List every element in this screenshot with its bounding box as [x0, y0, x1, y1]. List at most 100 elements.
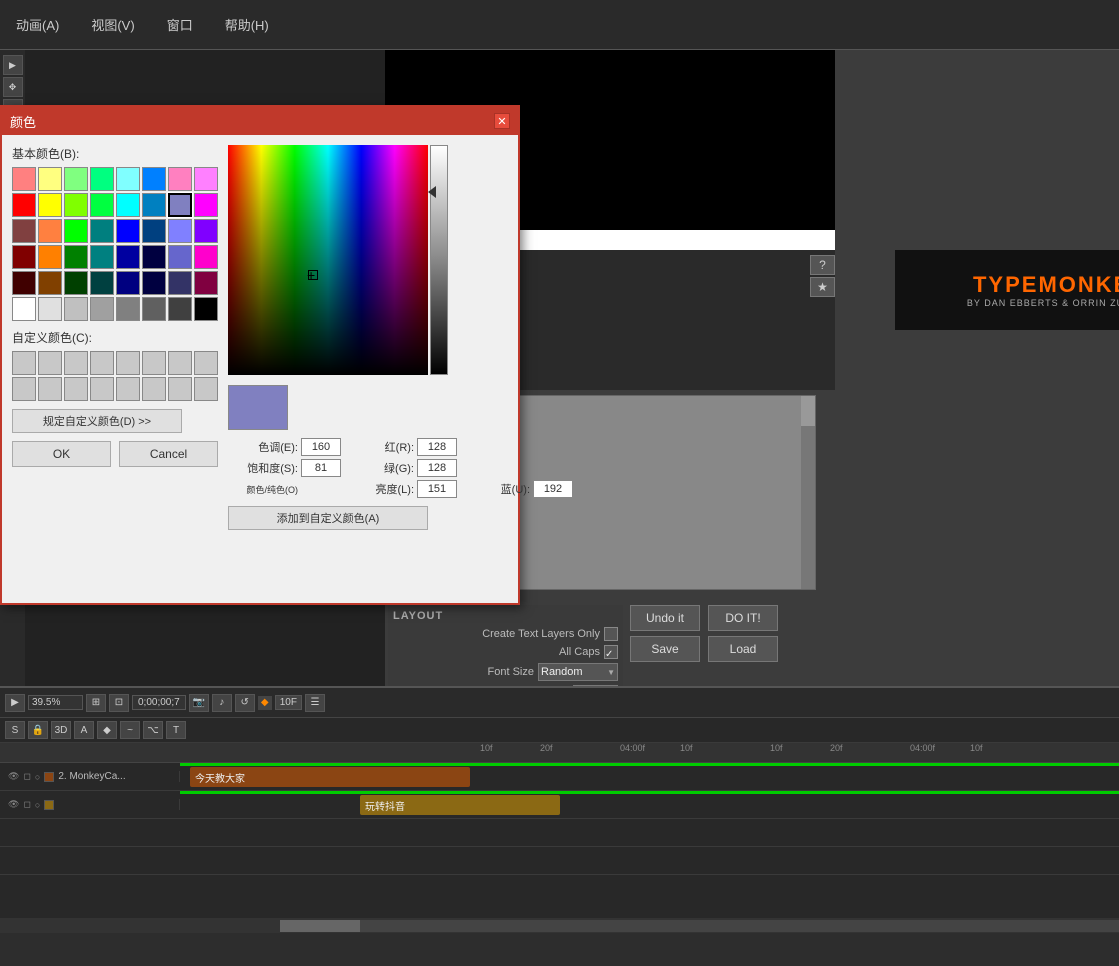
swatch-r5c2[interactable] — [38, 271, 62, 295]
swatch-r6c5[interactable] — [116, 297, 140, 321]
font-size-dropdown[interactable]: Random ▼ — [538, 663, 618, 681]
track-color-1[interactable] — [44, 772, 54, 782]
swatch-r2c5[interactable] — [116, 193, 140, 217]
tl-btn-keys[interactable]: ◆ — [97, 721, 117, 739]
swatch-r1c6[interactable] — [142, 167, 166, 191]
track-eye-icon-2[interactable]: 👁 — [8, 799, 19, 810]
green-input[interactable] — [417, 459, 457, 477]
create-text-layers-checkbox[interactable] — [604, 627, 618, 641]
do-it-button[interactable]: DO IT! — [708, 605, 778, 631]
ok-button[interactable]: OK — [12, 441, 111, 467]
custom-swatch-7[interactable] — [168, 351, 192, 375]
hue-input[interactable] — [301, 438, 341, 456]
add-to-custom-button[interactable]: 添加到自定义颜色(A) — [228, 506, 428, 530]
custom-swatch-10[interactable] — [38, 377, 62, 401]
swatch-r5c6[interactable] — [142, 271, 166, 295]
swatch-r4c5[interactable] — [116, 245, 140, 269]
load-button[interactable]: Load — [708, 636, 778, 662]
custom-swatch-16[interactable] — [194, 377, 218, 401]
track-solo-icon-2[interactable]: ○ — [35, 800, 40, 810]
cancel-button[interactable]: Cancel — [119, 441, 218, 467]
menu-animation[interactable]: 动画(A) — [10, 11, 65, 38]
custom-swatch-4[interactable] — [90, 351, 114, 375]
tl-play-btn[interactable]: ▶ — [5, 694, 25, 712]
custom-swatch-13[interactable] — [116, 377, 140, 401]
define-custom-colors-button[interactable]: 规定自定义颜色(D) >> — [12, 409, 182, 433]
tl-btn-style[interactable]: T — [166, 721, 186, 739]
swatch-r3c8[interactable] — [194, 219, 218, 243]
tl-btn-3d[interactable]: 3D — [51, 721, 71, 739]
undo-it-button[interactable]: Undo it — [630, 605, 700, 631]
custom-swatch-9[interactable] — [12, 377, 36, 401]
swatch-r4c3[interactable] — [64, 245, 88, 269]
tl-mute-btn[interactable]: ♪ — [212, 694, 232, 712]
swatch-r6c6[interactable] — [142, 297, 166, 321]
swatch-r6c7[interactable] — [168, 297, 192, 321]
tl-loop-btn[interactable]: ↺ — [235, 694, 255, 712]
swatch-r3c7[interactable] — [168, 219, 192, 243]
swatch-r2c4[interactable] — [90, 193, 114, 217]
all-caps-checkbox[interactable] — [604, 645, 618, 659]
track-lock-icon-2[interactable]: ◻ — [23, 799, 30, 810]
swatch-r5c3[interactable] — [64, 271, 88, 295]
swatch-r2c2[interactable] — [38, 193, 62, 217]
swatch-r4c8[interactable] — [194, 245, 218, 269]
swatch-r6c8[interactable] — [194, 297, 218, 321]
tl-keyframe-btn[interactable]: ◆ — [258, 696, 272, 710]
swatch-r4c4[interactable] — [90, 245, 114, 269]
tl-btn-lock[interactable]: 🔒 — [28, 721, 48, 739]
tl-settings-btn[interactable]: ☰ — [305, 694, 325, 712]
track-eye-icon[interactable]: 👁 — [8, 771, 19, 782]
tl-btn-solo[interactable]: S — [5, 721, 25, 739]
custom-swatch-11[interactable] — [64, 377, 88, 401]
swatch-r3c3[interactable] — [64, 219, 88, 243]
swatch-r3c2[interactable] — [38, 219, 62, 243]
swatch-r1c8[interactable] — [194, 167, 218, 191]
menu-window[interactable]: 窗口 — [161, 11, 199, 38]
custom-swatch-2[interactable] — [38, 351, 62, 375]
menu-view[interactable]: 视图(V) — [85, 11, 140, 38]
text-scrollbar[interactable] — [801, 396, 815, 589]
swatch-r4c7[interactable] — [168, 245, 192, 269]
tl-btn-motion[interactable]: ~ — [120, 721, 140, 739]
brightness-slider[interactable] — [430, 145, 448, 375]
swatch-r5c8[interactable] — [194, 271, 218, 295]
track-solo-icon[interactable]: ○ — [35, 772, 40, 782]
swatch-r1c7[interactable] — [168, 167, 192, 191]
tl-scroll-track[interactable] — [280, 920, 1119, 932]
swatch-r6c4[interactable] — [90, 297, 114, 321]
save-button[interactable]: Save — [630, 636, 700, 662]
timeline-scroll[interactable] — [0, 918, 1119, 933]
swatch-r4c2[interactable] — [38, 245, 62, 269]
tl-btn-1[interactable]: ⊞ — [86, 694, 106, 712]
custom-swatch-6[interactable] — [142, 351, 166, 375]
custom-swatch-5[interactable] — [116, 351, 140, 375]
tl-btn-adj[interactable]: ⌥ — [143, 721, 163, 739]
swatch-r6c1[interactable] — [12, 297, 36, 321]
star-button[interactable]: ★ — [810, 277, 835, 297]
tool-hand[interactable]: ✥ — [3, 77, 23, 97]
custom-swatch-8[interactable] — [194, 351, 218, 375]
swatch-r1c5[interactable] — [116, 167, 140, 191]
custom-swatch-14[interactable] — [142, 377, 166, 401]
swatch-r3c6[interactable] — [142, 219, 166, 243]
swatch-r6c2[interactable] — [38, 297, 62, 321]
swatch-r2c1[interactable] — [12, 193, 36, 217]
red-input[interactable] — [417, 438, 457, 456]
tl-cam-btn[interactable]: 📷 — [189, 694, 209, 712]
lum-input[interactable] — [417, 480, 457, 498]
tl-btn-2[interactable]: ⊡ — [109, 694, 129, 712]
track-color-2[interactable] — [44, 800, 54, 810]
swatch-r4c1[interactable] — [12, 245, 36, 269]
swatch-r3c5[interactable] — [116, 219, 140, 243]
menu-help[interactable]: 帮助(H) — [219, 11, 275, 38]
swatch-r2c6[interactable] — [142, 193, 166, 217]
swatch-r6c3[interactable] — [64, 297, 88, 321]
tl-scroll-thumb[interactable] — [280, 920, 360, 932]
dialog-close-button[interactable]: ✕ — [494, 113, 510, 129]
swatch-r1c1[interactable] — [12, 167, 36, 191]
text-scrollbar-thumb[interactable] — [801, 396, 815, 426]
track-lock-icon[interactable]: ◻ — [23, 771, 30, 782]
swatch-r4c6[interactable] — [142, 245, 166, 269]
custom-swatch-3[interactable] — [64, 351, 88, 375]
